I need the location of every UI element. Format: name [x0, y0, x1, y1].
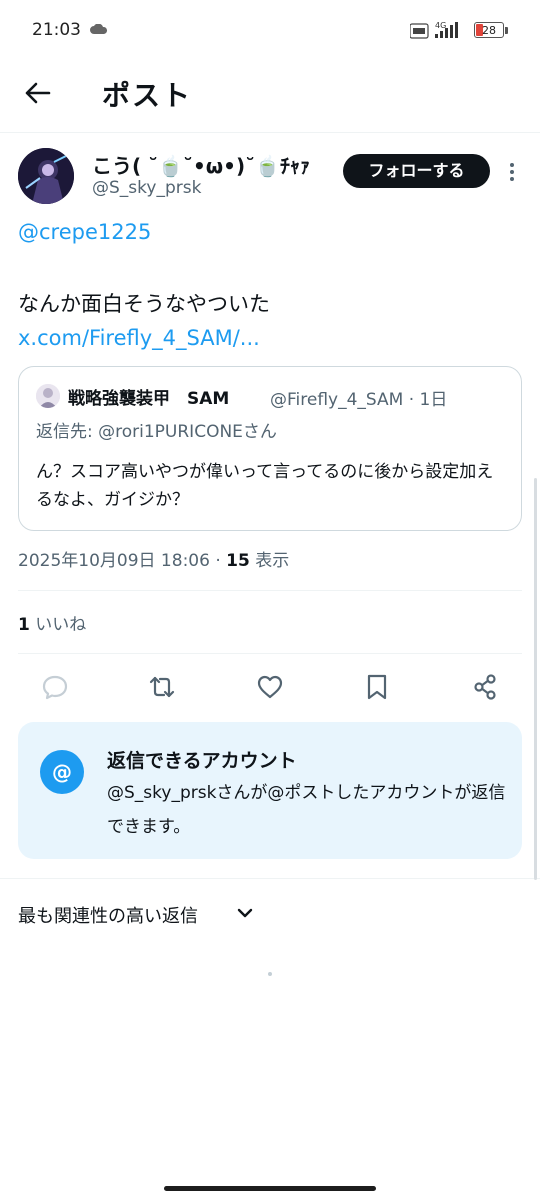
avatar-image: [18, 148, 74, 204]
author-avatar[interactable]: [18, 148, 74, 204]
author-handle[interactable]: @S_sky_prsk: [92, 178, 201, 198]
network-type: 4G: [435, 21, 446, 30]
divider: [0, 878, 540, 879]
post-mention-link[interactable]: @crepe1225: [18, 220, 151, 244]
header-divider: [0, 132, 540, 133]
bookmark-button[interactable]: [362, 672, 392, 702]
reply-sort-dropdown[interactable]: 最も関連性の高い返信: [18, 902, 198, 928]
likes-count: 1: [18, 615, 30, 635]
more-options-icon[interactable]: [502, 160, 522, 184]
like-button[interactable]: [255, 672, 285, 702]
heart-icon: [257, 675, 283, 699]
home-indicator[interactable]: [164, 1186, 376, 1191]
quoted-avatar-image: [36, 384, 60, 408]
page-title: ポスト: [102, 79, 193, 112]
battery-indicator: 28: [474, 22, 504, 38]
reply-restriction-description: @S_sky_prskさんが@ポストしたアカウントが返信できます。: [107, 783, 506, 837]
wifi-signal-icon: 4G: [409, 21, 458, 39]
post-timestamp: 2025年10月09日 18:06 · 15 表示: [18, 546, 289, 571]
quoted-author-name: 戦略強襲装甲 SAM: [68, 389, 230, 409]
scrollbar[interactable]: [534, 478, 537, 880]
timestamp-text: 2025年10月09日 18:06 ·: [18, 551, 227, 571]
retweet-button[interactable]: [147, 672, 177, 702]
cloud-icon: [90, 24, 107, 34]
reply-icon: [42, 675, 68, 700]
chevron-down-icon[interactable]: [236, 904, 254, 922]
views-count: 15: [226, 551, 250, 571]
reply-button[interactable]: [40, 672, 70, 702]
battery-level: 28: [482, 24, 496, 37]
status-time: 21:03: [32, 20, 81, 40]
bookmark-icon: [367, 674, 387, 700]
post-text: なんか面白そうなやついた: [18, 292, 270, 316]
back-arrow-icon[interactable]: [22, 78, 52, 108]
divider: [18, 653, 522, 654]
post-url-link[interactable]: x.com/Firefly_4_SAM/...: [18, 326, 260, 350]
retweet-icon: [149, 676, 175, 698]
mention-at-icon: @: [40, 750, 84, 794]
likes-label: いいね: [29, 615, 87, 635]
quoted-author-handle-time: @Firefly_4_SAM · 1日: [270, 390, 448, 410]
likes-summary[interactable]: 1 いいね: [18, 610, 86, 635]
signal-indicators: 4G: [409, 20, 466, 44]
follow-button[interactable]: フォローする: [343, 154, 490, 188]
author-display-name[interactable]: こう( ˘🍵˘•ω•)˘🍵ﾁｬｧ: [92, 150, 310, 179]
battery-cap: [505, 27, 508, 34]
reply-restriction-title: 返信できるアカウント: [107, 750, 297, 772]
views-label: 表示: [249, 551, 290, 571]
loading-dot: [268, 972, 272, 976]
share-button[interactable]: [470, 672, 500, 702]
share-icon: [474, 674, 496, 700]
quoted-post-text: ん？スコア高いやつが偉いって言ってるのに後から設定加えるなよ、ガイジか？: [36, 462, 494, 510]
quoted-reply-to: 返信先: @rori1PURICONEさん: [36, 422, 277, 442]
quoted-author-avatar: [36, 384, 60, 408]
divider: [18, 590, 522, 591]
